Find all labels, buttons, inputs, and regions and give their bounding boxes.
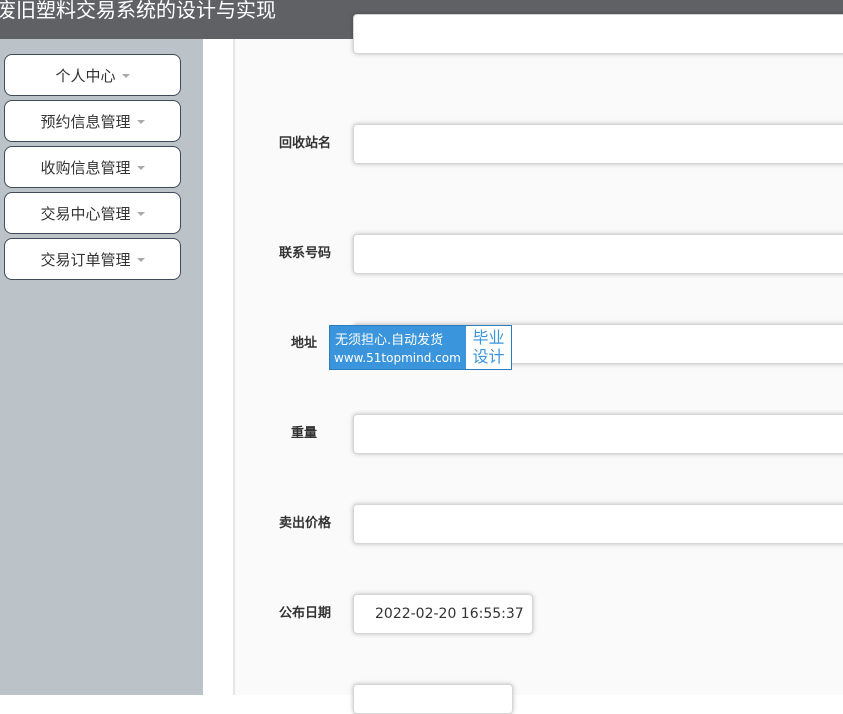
field-label: 回收站名 — [278, 136, 331, 151]
sell-price-input[interactable] — [353, 504, 843, 544]
sidebar-item-trading-center[interactable]: 交易中心管理 — [4, 192, 181, 234]
sidebar-item-personal-center[interactable]: 个人中心 — [4, 54, 181, 96]
phone-input[interactable] — [353, 234, 843, 274]
field-label: 重量 — [290, 426, 317, 441]
chevron-down-icon — [136, 258, 145, 262]
field-label: 地址 — [290, 336, 317, 351]
app-title: 废旧塑料交易系统的设计与实现 — [0, 0, 276, 22]
sidebar-item-label: 交易中心管理 — [40, 204, 131, 223]
watermark-line: 无须担心.自动发货 — [335, 333, 444, 348]
sidebar-item-appointment[interactable]: 预约信息管理 — [4, 100, 181, 142]
publish-date-input[interactable]: 2022-02-20 16:55:37 — [353, 594, 533, 634]
field-label: 卖出价格 — [278, 516, 331, 531]
field-label: 联系号码 — [278, 246, 331, 261]
watermark-url: www.51topmind.com — [334, 351, 461, 365]
station-name-input[interactable] — [353, 124, 843, 164]
field-label: 公布日期 — [278, 606, 331, 621]
input-field-partial[interactable] — [353, 684, 513, 714]
chevron-down-icon — [136, 166, 145, 170]
watermark-badge: 无须担心.自动发货 www.51topmind.com 毕业 设计 — [329, 325, 512, 370]
chevron-down-icon — [121, 74, 130, 78]
sidebar-item-label: 个人中心 — [55, 66, 116, 85]
sidebar-item-label: 交易订单管理 — [40, 250, 131, 269]
input-field-partial[interactable] — [353, 14, 843, 54]
weight-input[interactable] — [353, 414, 843, 454]
chevron-down-icon — [136, 120, 145, 124]
sidebar: 个人中心 预约信息管理 收购信息管理 交易中心管理 交易订单管理 — [0, 39, 203, 695]
sidebar-item-purchase[interactable]: 收购信息管理 — [4, 146, 181, 188]
chevron-down-icon — [136, 212, 145, 216]
watermark-logo: 毕业 设计 — [466, 326, 511, 369]
watermark-text-area: 无须担心.自动发货 www.51topmind.com — [330, 326, 466, 369]
sidebar-item-label: 预约信息管理 — [40, 112, 131, 131]
sidebar-item-label: 收购信息管理 — [40, 158, 131, 177]
watermark-logo-text: 设计 — [472, 347, 505, 366]
sidebar-item-orders[interactable]: 交易订单管理 — [4, 238, 181, 280]
watermark-logo-text: 毕业 — [472, 328, 505, 347]
